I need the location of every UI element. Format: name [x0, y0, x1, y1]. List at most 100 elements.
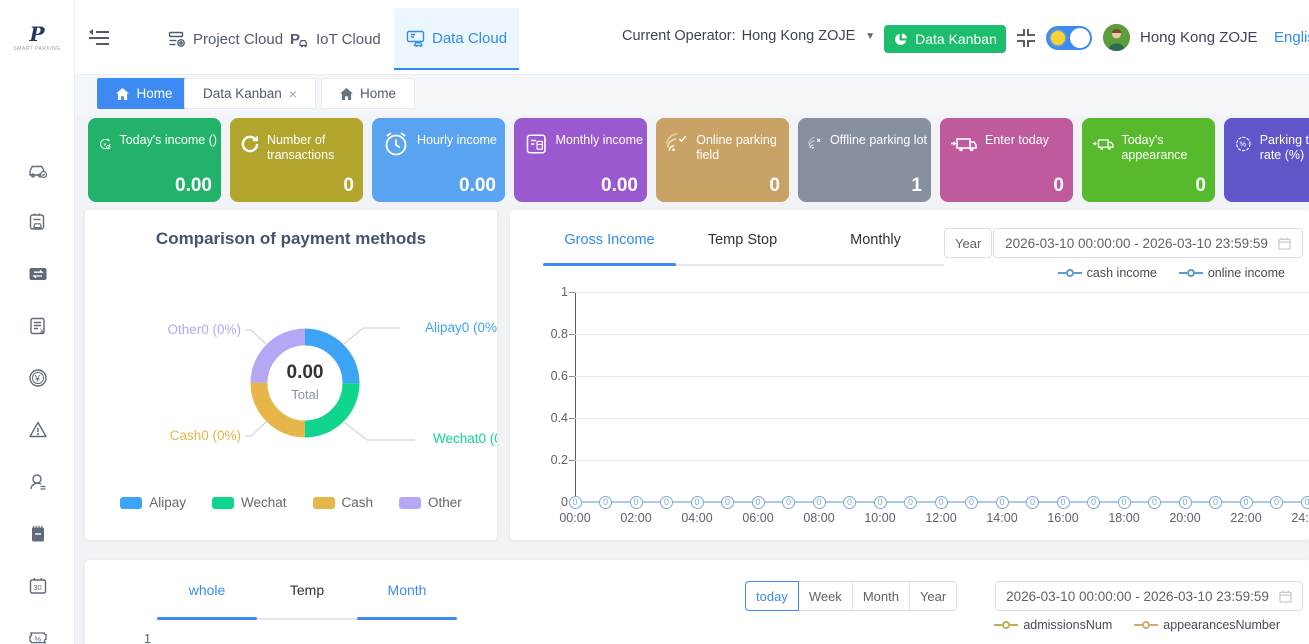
data-point-marker[interactable]: 0 [965, 496, 978, 509]
nav-data-cloud[interactable]: Data Cloud [394, 8, 519, 70]
language-switch-link[interactable]: English [1274, 29, 1309, 46]
legend-item-wechat[interactable]: Wechat [212, 495, 287, 510]
range-week-button[interactable]: Week [799, 581, 853, 611]
nav-project-cloud[interactable]: Project Cloud [156, 8, 295, 70]
data-point-marker[interactable]: 0 [1118, 496, 1131, 509]
stat-card-online-parking[interactable]: Online parking field 0 [656, 118, 789, 202]
svg-text:¥: ¥ [104, 142, 107, 147]
collapse-menu-icon[interactable] [88, 28, 110, 48]
stat-card-offline-parking[interactable]: Offline parking lot 1 [798, 118, 931, 202]
income-date-range-picker[interactable]: 2026-03-10 00:00:00 - 2026-03-10 23:59:5… [993, 228, 1303, 258]
legend-item-appearances[interactable]: appearancesNumber [1134, 618, 1280, 632]
operator-value: Hong Kong ZOJE [742, 28, 856, 44]
data-point-marker[interactable]: 0 [1209, 496, 1222, 509]
car-shield-icon[interactable] [28, 160, 48, 180]
data-point-marker[interactable]: 0 [1026, 496, 1039, 509]
calendar-30-icon[interactable]: 30 [28, 576, 48, 596]
data-point-marker[interactable]: 0 [691, 496, 704, 509]
x-tick-label: 08:00 [797, 511, 841, 525]
stat-value: 0 [769, 175, 780, 197]
stat-card-monthly-income[interactable]: Monthly income 0.00 [514, 118, 647, 202]
range-month-button[interactable]: Month [853, 581, 910, 611]
data-point-marker[interactable]: 0 [752, 496, 765, 509]
tab-month[interactable]: Month [357, 582, 457, 598]
nav-label: IoT Cloud [316, 31, 381, 48]
truck-exit-icon [1092, 130, 1114, 158]
data-point-marker[interactable]: 0 [630, 496, 643, 509]
legend-swatch [212, 497, 234, 509]
stat-card-enter-today[interactable]: Enter today 0 [940, 118, 1073, 202]
stat-card-hourly-income[interactable]: Hourly income 0.00 [372, 118, 505, 202]
tab-active-indicator [543, 263, 676, 266]
data-kanban-button[interactable]: Data Kanban [884, 25, 1006, 53]
stat-card-transactions[interactable]: Number of transactions 0 [230, 118, 363, 202]
range-today-button[interactable]: today [745, 581, 799, 611]
data-point-marker[interactable]: 0 [935, 496, 948, 509]
data-point-marker[interactable]: 0 [904, 496, 917, 509]
data-point-marker[interactable]: 0 [1301, 496, 1309, 509]
tab-whole[interactable]: whole [157, 582, 257, 598]
flow-date-range-picker[interactable]: 2026-03-10 00:00:00 - 2026-03-10 23:59:5… [995, 581, 1303, 611]
invoice-yen-icon[interactable]: ¥ [28, 316, 48, 336]
legend-item-cash-income[interactable]: cash income [1058, 266, 1157, 280]
app-logo[interactable]: P SMART PARKING [0, 0, 75, 75]
legend-item-other[interactable]: Other [399, 495, 462, 510]
theme-toggle-switch[interactable] [1046, 26, 1092, 50]
payment-comparison-panel: Comparison of payment methods 0.00 Total… [85, 210, 497, 540]
data-point-marker[interactable]: 0 [843, 496, 856, 509]
range-year-button[interactable]: Year [910, 581, 957, 611]
close-icon[interactable]: × [289, 86, 297, 102]
legend-item-admissions[interactable]: admissionsNum [994, 618, 1112, 632]
tab-data-kanban[interactable]: Data Kanban × [184, 78, 316, 109]
data-point-marker[interactable]: 0 [1240, 496, 1253, 509]
toggle-knob [1070, 28, 1090, 48]
stat-label: Parking turnover rate (%) [1260, 130, 1309, 163]
calendar-icon [1279, 590, 1292, 603]
data-point-marker[interactable]: 0 [782, 496, 795, 509]
nav-iot-cloud[interactable]: P IoT Cloud [278, 8, 393, 70]
parking-order-icon[interactable] [28, 212, 48, 232]
tab-home-active[interactable]: Home [97, 78, 192, 109]
stat-card-todays-income[interactable]: ¥ Today's income () 0.00 [88, 118, 221, 202]
warning-alert-icon[interactable] [28, 420, 48, 440]
tab-temp[interactable]: Temp [257, 582, 357, 598]
data-point-marker[interactable]: 0 [1057, 496, 1070, 509]
user-audit-icon[interactable] [28, 472, 48, 492]
coupon-ticket-icon[interactable]: % [28, 628, 48, 644]
y-tick-mark [569, 460, 575, 461]
data-point-marker[interactable]: 0 [1087, 496, 1100, 509]
year-range-button[interactable]: Year [944, 228, 992, 258]
stat-card-todays-appearance[interactable]: Today's appearance 0 [1082, 118, 1215, 202]
data-point-marker[interactable]: 0 [721, 496, 734, 509]
tab-monthly[interactable]: Monthly [809, 232, 942, 248]
coin-yen-icon[interactable]: ¥ [28, 368, 48, 388]
data-point-marker[interactable]: 0 [1148, 496, 1161, 509]
svg-text:¥: ¥ [34, 373, 41, 383]
transactions-refresh-icon [240, 130, 260, 158]
nav-label: Data Cloud [432, 30, 507, 47]
tab-temp-stop[interactable]: Temp Stop [676, 232, 809, 248]
legend-item-cash[interactable]: Cash [313, 495, 374, 510]
data-point-marker[interactable]: 0 [599, 496, 612, 509]
data-point-marker[interactable]: 0 [813, 496, 826, 509]
card-transfer-icon[interactable] [28, 264, 48, 284]
legend-item-online-income[interactable]: online income [1179, 266, 1285, 280]
sidebar: ¥ ¥ 30 % [0, 75, 75, 644]
exit-fullscreen-icon[interactable] [1016, 28, 1036, 48]
data-point-marker[interactable]: 0 [1270, 496, 1283, 509]
tab-home[interactable]: Home [321, 78, 415, 109]
data-cloud-icon [406, 29, 425, 48]
nav-label: Project Cloud [193, 31, 283, 48]
data-point-marker[interactable]: 0 [1179, 496, 1192, 509]
notebook-record-icon[interactable] [28, 524, 48, 544]
flow-y-tick-label: 1 [137, 632, 151, 644]
data-point-marker[interactable]: 0 [660, 496, 673, 509]
data-point-marker[interactable]: 0 [874, 496, 887, 509]
data-point-marker[interactable]: 0 [569, 496, 582, 509]
stat-card-turnover-rate[interactable]: % Parking turnover rate (%) [1224, 118, 1309, 202]
tab-gross-income[interactable]: Gross Income [543, 232, 676, 248]
current-operator-dropdown[interactable]: Current Operator: Hong Kong ZOJE ▼ [622, 28, 875, 44]
data-point-marker[interactable]: 0 [996, 496, 1009, 509]
user-avatar[interactable] [1103, 24, 1130, 51]
legend-item-alipay[interactable]: Alipay [120, 495, 186, 510]
